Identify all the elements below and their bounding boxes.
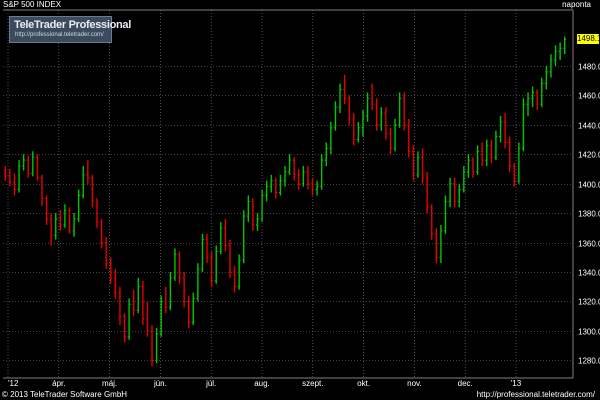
logo-name: TeleTrader Professional	[14, 19, 132, 31]
y-tick-label: 1440.00	[578, 122, 600, 131]
chart-window: 1280.00 1300.00 1320.00 1340.00 1360.00 1380.…	[0, 0, 600, 400]
x-tick-label: máj.	[102, 379, 117, 388]
y-tick-label: 1360.00	[578, 240, 600, 249]
y-tick-label: 1460.00	[578, 92, 600, 101]
footer-url[interactable]: http://professional.teletrader.com/	[477, 390, 595, 399]
x-tick-label: júl.	[205, 379, 216, 388]
y-tick-label: 1320.00	[578, 298, 600, 307]
x-tick-label: '12	[8, 379, 19, 388]
x-tick-label: '13	[511, 379, 522, 388]
last-price-marker: 1498.11	[577, 34, 600, 44]
x-tick-label: ápr.	[52, 379, 65, 388]
x-tick-label: jún.	[153, 379, 167, 388]
y-tick-label: 1480.00	[578, 63, 600, 72]
price-chart[interactable]: 1280.00 1300.00 1320.00 1340.00 1360.00 1380.…	[0, 0, 600, 390]
y-tick-label: 1280.00	[578, 357, 600, 366]
x-tick-label: nov.	[407, 379, 422, 388]
x-tick-label: aug.	[254, 379, 270, 388]
x-tick-label: szept.	[302, 379, 323, 388]
logo: TeleTrader Professional http://professio…	[9, 16, 131, 43]
y-tick-label: 1420.00	[578, 151, 600, 160]
chart-title: S&P 500 INDEX	[3, 0, 62, 9]
y-tick-label: 1300.00	[578, 328, 600, 337]
y-tick-label: 1400.00	[578, 181, 600, 190]
period-label[interactable]: naponta	[562, 0, 591, 9]
x-tick-label: dec.	[458, 379, 473, 388]
footer: © 2013 TeleTrader Software GmbH http://p…	[0, 390, 600, 400]
y-tick-label: 1340.00	[578, 269, 600, 278]
logo-url: http://professional.teletrader.com/	[15, 32, 104, 38]
copyright-text: © 2013 TeleTrader Software GmbH	[2, 390, 128, 399]
y-tick-label: 1380.00	[578, 210, 600, 219]
x-tick-label: okt.	[357, 379, 370, 388]
